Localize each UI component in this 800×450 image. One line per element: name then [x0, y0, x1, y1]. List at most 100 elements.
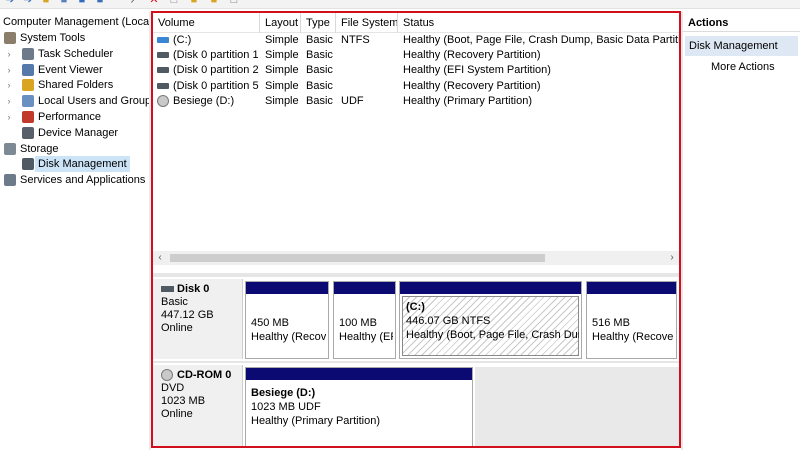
volume-cell-status: Healthy (EFI System Partition) — [403, 64, 551, 77]
hard-disk-icon — [161, 286, 174, 292]
volume-cell-volume: (C:) — [173, 34, 192, 46]
volume-cell-volume: Besiege (D:) — [173, 94, 235, 107]
volume-row[interactable]: (C:) Simple Basic NTFS Healthy (Boot, Page F… — [153, 33, 679, 48]
tree-item-label: Event Viewer — [38, 63, 103, 76]
tree-item-label: System Tools — [20, 32, 86, 44]
partition-size: 446.07 GB NTFS — [406, 315, 491, 327]
disk-icon[interactable]: □ — [168, 0, 180, 6]
navigation-tree: Computer Management (Local System Tools ›… — [0, 12, 150, 450]
partition-title: Besiege (D:) — [251, 387, 316, 399]
partition-status: Healthy (EF — [339, 331, 393, 343]
cdrom-0-size: 1023 MB — [161, 395, 206, 407]
chevron-right-icon[interactable]: › — [4, 93, 14, 109]
scroll-left-icon[interactable]: ‹ — [153, 251, 167, 265]
partition-bar — [587, 282, 676, 294]
cd-drive-icon — [157, 94, 169, 107]
volume-cell-layout: Simple — [265, 34, 299, 46]
column-header-type[interactable]: Type — [301, 13, 336, 33]
volume-cell-type: Basic — [306, 94, 333, 107]
volume-cell-status: Healthy (Recovery Partition) — [403, 79, 541, 92]
partition-status: Healthy (Boot, Page File, Crash Dump — [406, 329, 579, 341]
delete-icon[interactable]: ✕ — [148, 0, 160, 6]
window-icon[interactable]: ■ — [94, 0, 106, 6]
tree-item-disk-management[interactable]: Disk Management — [0, 156, 150, 173]
folder-open-icon[interactable]: ■ — [188, 0, 200, 6]
actions-title: Actions — [683, 14, 800, 32]
partition-size: 100 MB — [339, 317, 377, 329]
tree-item-event-viewer[interactable]: › Event Viewer — [0, 62, 150, 78]
tree-item-local-users-and-groups[interactable]: › Local Users and Groups — [0, 93, 150, 109]
volume-cell-fs: NTFS — [341, 34, 370, 46]
cdrom-0-name: CD-ROM 0 — [161, 369, 242, 382]
volume-list-header: Volume Layout Type File System Status — [153, 13, 679, 33]
tools-icon — [4, 32, 16, 44]
cdrom-0-label[interactable]: CD-ROM 0 DVD 1023 MB Online — [153, 365, 243, 446]
partition-size: 450 MB — [251, 317, 289, 329]
tree-item-device-manager[interactable]: Device Manager — [0, 125, 150, 141]
partition-size: 516 MB — [592, 317, 630, 329]
volume-cell-layout: Simple — [265, 94, 299, 107]
more-actions-link[interactable]: More Actions — [711, 59, 775, 75]
disk-0-partition-c[interactable]: (C:) 446.07 GB NTFS Healthy (Boot, Page … — [399, 281, 582, 359]
tree-item-system-tools[interactable]: System Tools — [0, 30, 150, 46]
cdrom-0-partition[interactable]: Besiege (D:) 1023 MB UDF Healthy (Primar… — [245, 367, 473, 446]
disk-0-partition-2[interactable]: 100 MB Healthy (EF — [333, 281, 396, 359]
volume-row[interactable]: (Disk 0 partition 5) Simple Basic Healthy (… — [153, 79, 679, 94]
disk-management-icon — [22, 158, 34, 171]
list-icon[interactable]: □ — [228, 0, 240, 6]
services-icon — [4, 174, 16, 187]
back-arrow-icon[interactable]: ➔ — [4, 0, 16, 6]
properties-icon[interactable]: ■ — [58, 0, 70, 6]
volume-cell-layout: Simple — [265, 79, 299, 92]
empty-disk-area — [475, 367, 679, 446]
users-icon — [22, 95, 34, 108]
column-header-volume[interactable]: Volume — [153, 13, 260, 33]
folder-icon[interactable]: ■ — [40, 0, 52, 6]
chevron-right-icon[interactable]: › — [4, 46, 14, 62]
actions-section-disk-management[interactable]: Disk Management — [685, 36, 798, 56]
disk-0-partition-1[interactable]: 450 MB Healthy (Recove — [245, 281, 329, 359]
connect-icon[interactable]: ↗ — [128, 0, 140, 6]
scroll-right-icon[interactable]: › — [665, 251, 679, 265]
shared-folder-icon — [22, 79, 34, 92]
tree-item-performance[interactable]: › Performance — [0, 109, 150, 125]
disk-0-label[interactable]: Disk 0 Basic 447.12 GB Online — [153, 279, 243, 359]
chevron-right-icon[interactable]: › — [4, 62, 14, 78]
tree-item-storage[interactable]: Storage — [0, 141, 150, 157]
help-icon[interactable]: ■ — [76, 0, 88, 6]
chevron-right-icon[interactable]: › — [4, 77, 14, 93]
volume-row[interactable]: (Disk 0 partition 2) Simple Basic Healthy (… — [153, 63, 679, 78]
tree-item-label: Task Scheduler — [38, 47, 114, 60]
scrollbar-thumb[interactable] — [170, 254, 545, 262]
column-header-status[interactable]: Status — [398, 13, 679, 33]
event-viewer-icon — [22, 63, 34, 76]
partition-status: Healthy (Primary Partition) — [251, 415, 380, 427]
chevron-right-icon[interactable]: › — [4, 109, 14, 125]
tree-item-task-scheduler[interactable]: › Task Scheduler — [0, 46, 150, 62]
tree-item-shared-folders[interactable]: › Shared Folders — [0, 77, 150, 93]
partition-bar — [246, 282, 328, 294]
device-manager-icon — [22, 126, 34, 139]
volume-cell-layout: Simple — [265, 49, 299, 62]
volume-icon — [157, 67, 169, 74]
column-header-file-system[interactable]: File System — [336, 13, 398, 33]
partition-size: 1023 MB UDF — [251, 401, 321, 413]
horizontal-scrollbar[interactable]: ‹ › — [153, 251, 679, 265]
forward-arrow-icon[interactable]: ➔ — [22, 0, 34, 6]
disk-management-pane: Volume Layout Type File System Status (C… — [151, 11, 681, 448]
partition-bar — [246, 368, 472, 380]
wizard-icon[interactable]: ■ — [208, 0, 220, 6]
partition-title: (C:) — [406, 301, 425, 313]
disk-0-partition-5[interactable]: 516 MB Healthy (Recove — [586, 281, 677, 359]
volume-cell-volume: (Disk 0 partition 5) — [173, 79, 259, 92]
volume-cell-volume: (Disk 0 partition 2) — [173, 64, 259, 77]
volume-cell-status: Healthy (Boot, Page File, Crash Dump, Ba… — [403, 34, 679, 46]
tree-item-label: Shared Folders — [38, 79, 114, 92]
volume-row[interactable]: Besiege (D:) Simple Basic UDF Healthy (Prima… — [153, 94, 679, 109]
tree-item-label: Local Users and Groups — [38, 95, 150, 108]
volume-row[interactable]: (Disk 0 partition 1) Simple Basic Healthy (… — [153, 48, 679, 63]
column-header-layout[interactable]: Layout — [260, 13, 301, 33]
tree-item-services-and-applications[interactable]: Services and Applications — [0, 172, 150, 188]
disk-row-separator — [153, 361, 679, 363]
partition-status: Healthy (Recove — [592, 331, 674, 343]
